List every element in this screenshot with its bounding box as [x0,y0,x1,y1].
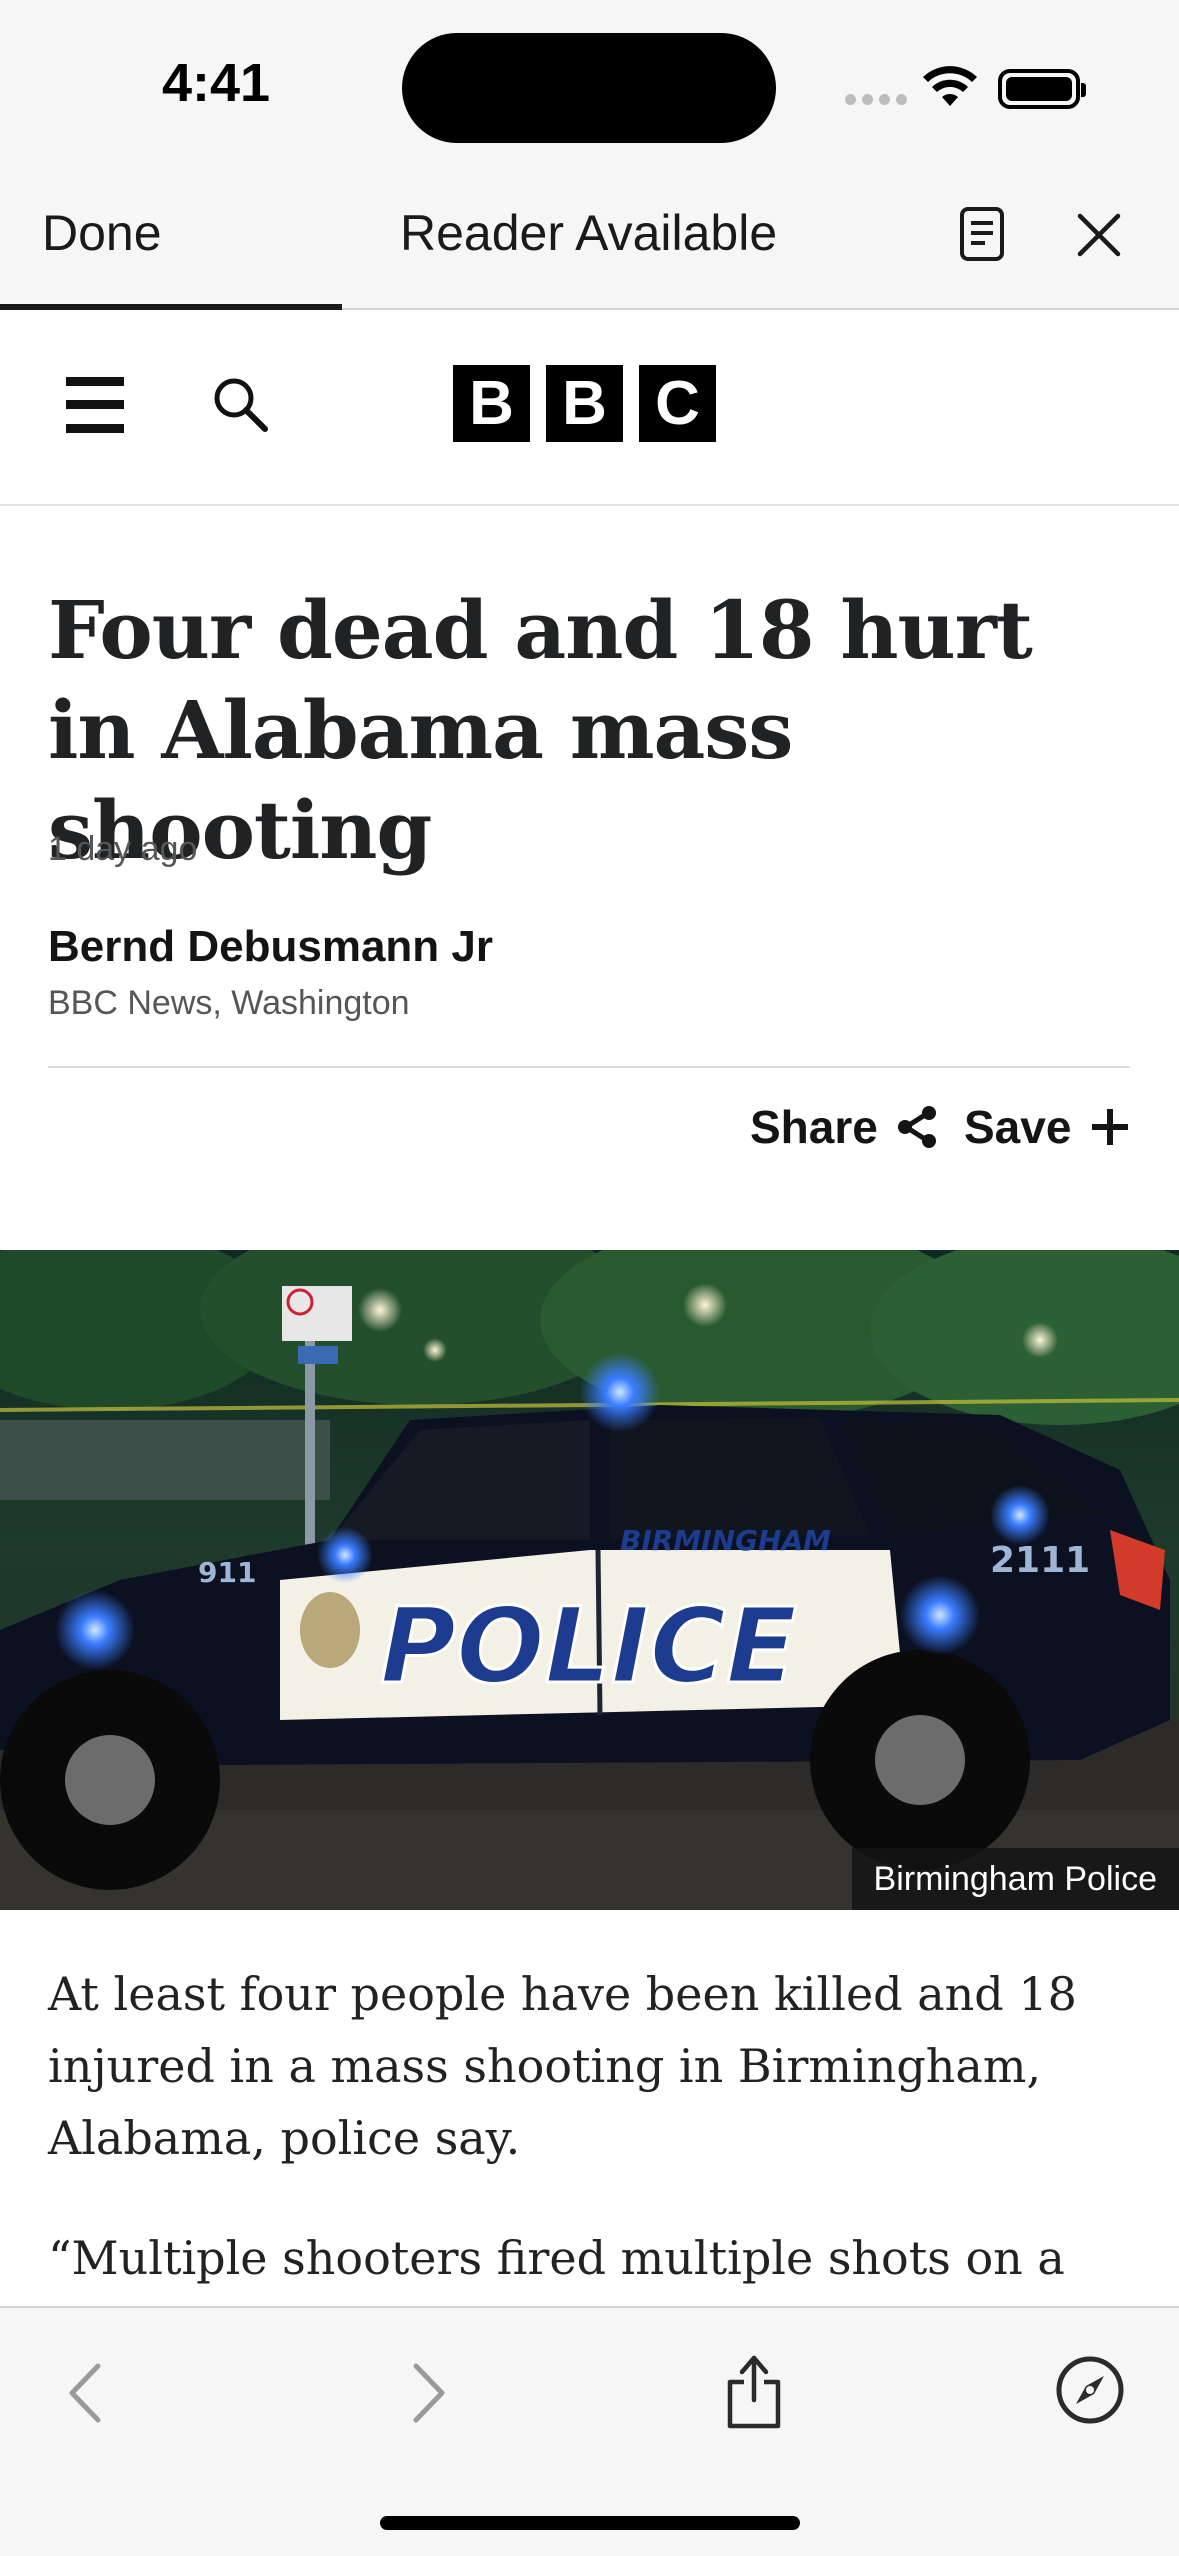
car-911-text: 911 [198,1556,256,1589]
car-city-text: BIRMINGHAM [620,1524,831,1557]
dynamic-island [402,33,776,143]
done-button[interactable]: Done [42,204,162,262]
share-icon [897,1106,936,1148]
car-police-text: POLICE [380,1585,797,1707]
status-time: 4:41 [162,53,271,113]
compass-safari-icon[interactable] [1054,2354,1126,2426]
police-car-photo: POLICE BIRMINGHAM 2111 911 [0,1250,1179,1910]
bbc-logo-letter: B [546,365,623,442]
status-bar: 4:41 [0,0,1179,190]
share-button[interactable]: Share [750,1100,938,1154]
page-load-progress-bar [0,304,342,310]
author-location: BBC News, Washington [48,984,410,1022]
safari-top-bar: Done Reader Available [0,190,1179,310]
article-paragraph: At least four people have been killed an… [48,1967,1077,2165]
share-sheet-icon[interactable] [722,2350,786,2432]
article-hero-image: POLICE BIRMINGHAM 2111 911 Birmingham Po… [0,1250,1179,1910]
article-headline: Four dead and 18 hurt in Alabama mass sh… [48,583,1033,877]
plus-icon [1092,1109,1129,1145]
bbc-site-header: B B C [0,312,1179,506]
image-caption: Birmingham Police [851,1848,1179,1910]
home-indicator[interactable] [380,2516,800,2530]
save-label: Save [964,1101,1072,1153]
back-chevron-icon[interactable] [62,2358,112,2428]
wifi-icon [923,66,977,106]
hamburger-menu-icon[interactable] [66,377,124,433]
article-timestamp: 1 day ago [48,830,198,868]
close-icon[interactable] [1072,208,1126,262]
share-label: Share [750,1101,878,1153]
reader-available-label[interactable]: Reader Available [400,204,777,262]
battery-icon [998,69,1086,109]
divider [48,1066,1130,1068]
bbc-logo-letter: C [639,365,716,442]
car-number-text: 2111 [990,1540,1090,1581]
author-name: Bernd Debusmann Jr [48,922,493,971]
bbc-logo-letter: B [453,365,530,442]
forward-chevron-icon[interactable] [402,2358,452,2428]
search-icon[interactable] [210,374,270,434]
bbc-logo[interactable]: B B C [453,365,716,442]
article-paragraph: “Multiple shooters fired multiple shots … [48,2231,1065,2285]
save-button[interactable]: Save [964,1100,1129,1154]
cellular-signal-icon [845,94,907,108]
reader-mode-icon[interactable] [958,206,1006,262]
